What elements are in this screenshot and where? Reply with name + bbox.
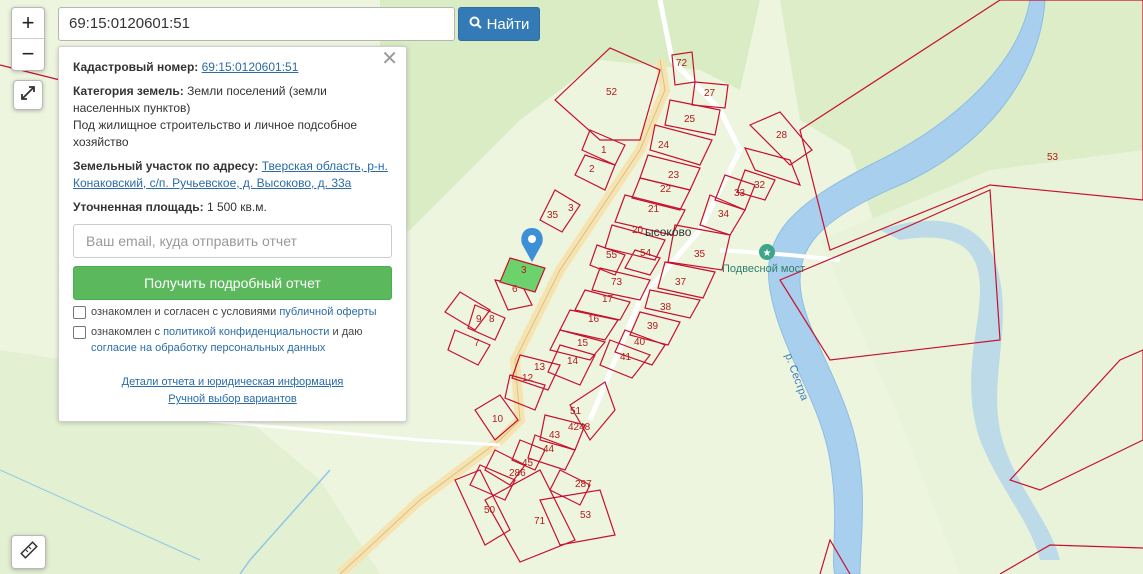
parcel-label: 27	[704, 88, 716, 99]
parcel-label: 33	[734, 188, 746, 199]
parcel-label: 39	[647, 321, 659, 332]
manual-link[interactable]: Ручной выбор вариантов	[73, 391, 392, 408]
village-label: ысоково	[645, 225, 692, 239]
parcel-label: 6	[512, 284, 518, 295]
info-panel: ✕ Кадастровый номер: 69:15:0120601:51 Ка…	[58, 46, 407, 422]
parcel-label: 1	[601, 145, 607, 156]
privacy-checkbox[interactable]	[73, 326, 86, 339]
parcel-label: 3	[521, 265, 527, 276]
parcel-label: 35	[694, 249, 706, 260]
parcel-label: 25	[684, 114, 696, 125]
report-button[interactable]: Получить подробный отчет	[73, 266, 392, 300]
parcel-label: 13	[534, 362, 546, 373]
parcel-label: 17	[602, 294, 614, 305]
parcel-label: 40	[634, 337, 646, 348]
parcel-label: 55	[606, 250, 618, 261]
address-label: Земельный участок по адресу:	[73, 159, 259, 173]
parcel-label: 34	[718, 209, 730, 220]
close-icon[interactable]: ✕	[381, 49, 398, 69]
address-row: Земельный участок по адресу: Тверская об…	[73, 158, 392, 192]
area-row: Уточненная площадь: 1 500 кв.м.	[73, 199, 392, 216]
consent2-text-a: ознакомлен с	[91, 326, 161, 338]
parcel-label: 73	[611, 277, 623, 288]
parcel-label: 23	[668, 170, 680, 181]
category-label: Категория земель:	[73, 84, 184, 98]
parcel-label: 28	[776, 130, 788, 141]
parcel-label: 50	[484, 505, 496, 516]
area-label: Уточненная площадь:	[73, 200, 204, 214]
find-button[interactable]: Найти	[458, 7, 540, 41]
parcel-label: 72	[676, 58, 688, 69]
expand-icon	[20, 85, 36, 106]
svg-text:★: ★	[763, 248, 772, 259]
parcel-label: 3	[568, 203, 574, 214]
parcel-label: 32	[754, 180, 766, 191]
parcel-label: 43	[549, 430, 561, 441]
zoom-out-button[interactable]: −	[12, 38, 44, 69]
parcel-label: 2	[589, 164, 595, 175]
details-link[interactable]: Детали отчета и юридическая информация	[73, 374, 392, 391]
parcel-label: 71	[534, 516, 546, 527]
parcel-label: 9	[476, 314, 482, 325]
search-input[interactable]: 69:15:0120601:51	[58, 7, 455, 41]
privacy-link[interactable]: политикой конфиденциальности	[163, 326, 329, 338]
parcel-label: 24	[658, 140, 670, 151]
category-row: Категория земель: Земли поселений (земли…	[73, 83, 392, 151]
panel-links: Детали отчета и юридическая информация Р…	[73, 374, 392, 408]
cadastral-label: Кадастровый номер:	[73, 60, 199, 74]
parcel-label: 35	[547, 210, 559, 221]
parcel-label: 10	[492, 414, 504, 425]
parcel-label: 51	[570, 406, 582, 417]
area-value: 1 500 кв.м.	[206, 200, 267, 214]
consent2-text-b: и даю	[332, 326, 363, 338]
ruler-button[interactable]	[11, 535, 46, 569]
parcel-label: 21	[648, 204, 660, 215]
parcel-label: 16	[588, 314, 600, 325]
email-field[interactable]: Ваш email, куда отправить отчет	[73, 224, 392, 258]
consent-privacy: ознакомлен с политикой конфиденциальност…	[73, 324, 392, 356]
parcel-label: 286	[509, 468, 526, 479]
parcel-label: 14	[567, 356, 579, 367]
parcel-label: 44	[543, 444, 555, 455]
poi-label: Подвесной мост	[722, 263, 805, 275]
parcel-label: 287	[575, 479, 592, 490]
parcel-label: 37	[675, 277, 687, 288]
zoom-in-button[interactable]: +	[12, 8, 44, 38]
parcel-label: 20	[632, 225, 644, 236]
search-icon	[469, 16, 482, 33]
cadastral-link[interactable]: 69:15:0120601:51	[202, 60, 299, 74]
parcel-label: 8	[489, 314, 495, 325]
find-button-label: Найти	[486, 15, 530, 33]
parcel-label: 22	[660, 184, 672, 195]
consent1-text: ознакомлен и согласен с условиями	[91, 306, 277, 318]
usage-value: Под жилищное строительство и личное подс…	[73, 118, 358, 149]
parcel-label: 41	[620, 352, 632, 363]
parcel-label: 53	[580, 510, 592, 521]
consent-offer: ознакомлен и согласен с условиями публич…	[73, 304, 392, 320]
parcel-label: 12	[522, 373, 534, 384]
parcel-label: 4248	[568, 422, 591, 433]
parcel-label: 53	[1047, 152, 1059, 163]
parcel-label: 15	[577, 338, 589, 349]
consent-link[interactable]: согласие на обработку персональных данны…	[91, 342, 325, 354]
zoom-control: + −	[11, 7, 45, 71]
fullscreen-button[interactable]	[13, 80, 43, 110]
offer-checkbox[interactable]	[73, 306, 86, 319]
parcel-label: 38	[660, 302, 672, 313]
parcel-label: 54	[640, 248, 652, 259]
parcel-label: 52	[606, 87, 618, 98]
parcel-label: 7	[474, 338, 480, 349]
offer-link[interactable]: публичной оферты	[279, 306, 376, 318]
ruler-icon	[19, 540, 38, 564]
cadastral-row: Кадастровый номер: 69:15:0120601:51	[73, 59, 392, 76]
